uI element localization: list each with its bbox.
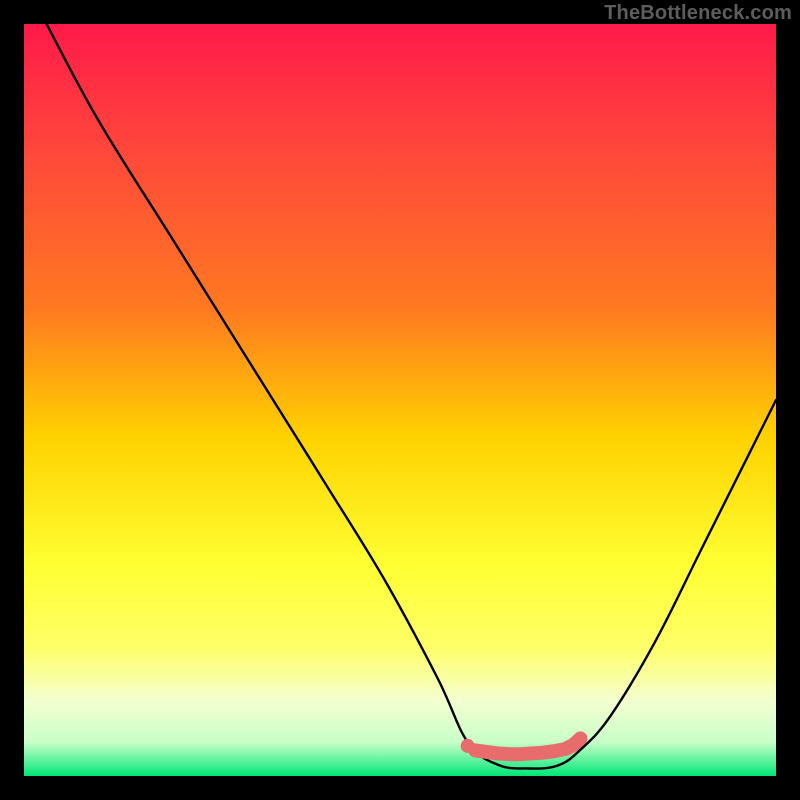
chart-frame: TheBottleneck.com	[0, 0, 800, 800]
plot-area	[24, 24, 776, 776]
gradient-background	[24, 24, 776, 776]
watermark-text: TheBottleneck.com	[604, 2, 792, 25]
chart-svg	[24, 24, 776, 776]
